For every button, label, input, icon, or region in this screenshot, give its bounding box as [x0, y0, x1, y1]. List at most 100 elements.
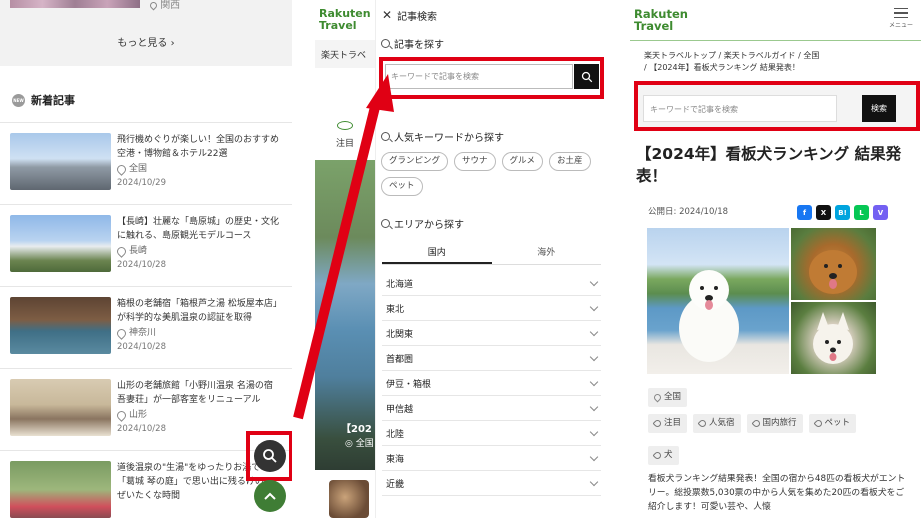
dog-illustration: [813, 312, 853, 364]
region-item[interactable]: 伊豆・箱根: [382, 371, 601, 396]
article-thumbnail[interactable]: [10, 133, 111, 190]
article-body-text: 看板犬ランキング結果発表！全国の宿から48匹の看板犬がエントリー。総投票数5,0…: [648, 474, 906, 512]
article-search-button[interactable]: 検索: [862, 95, 896, 122]
article-title[interactable]: 道後温泉の"生湯"をゆったりお湯で「葛城 琴の庭」で思い出に残るけのぜいたくな時…: [117, 461, 267, 503]
scroll-top-button[interactable]: [254, 480, 286, 512]
breadcrumb-item[interactable]: 楽天トラベルトップ: [644, 51, 716, 60]
chevron-down-icon: [589, 402, 599, 411]
tag-icon: [751, 418, 761, 429]
article-location-text: 長崎: [129, 246, 148, 256]
region-label: 首都圏: [386, 354, 414, 365]
article-item[interactable]: 【長崎】壮麗な「島原城」の歴史・文化に触れる、島原観光モデルコース 長崎 202…: [0, 204, 292, 286]
keyword-section-label: 記事を探す: [394, 40, 444, 51]
viber-icon[interactable]: V: [873, 205, 888, 220]
new-badge-icon: NEW: [12, 93, 25, 107]
x-icon[interactable]: X: [816, 205, 831, 220]
menu-button[interactable]: メニュー: [889, 8, 913, 29]
tag-item[interactable]: 注目: [648, 414, 688, 433]
logo-line2: Travel: [319, 19, 357, 32]
hero-photo-main: [647, 228, 789, 374]
article-thumbnail[interactable]: [10, 461, 111, 518]
region-item[interactable]: 北海道: [382, 271, 601, 296]
region-label: 甲信越: [386, 404, 414, 415]
article-page: Rakuten Travel メニュー 楽天トラベルトップ / 楽天トラベルガイド…: [630, 0, 921, 518]
region-item[interactable]: 東北: [382, 296, 601, 321]
article-thumbnail[interactable]: [10, 379, 111, 436]
article-title[interactable]: 箱根の老舗宿「箱根芦之湯 松坂屋本店」が科学的な美肌温泉の認証を取得: [117, 297, 282, 325]
chevron-down-icon: [589, 302, 599, 311]
dog-illustration: [679, 270, 739, 362]
tag-row: 注目 人気宿 国内旅行 ペット: [648, 414, 857, 433]
tag-item[interactable]: 犬: [648, 446, 679, 465]
search-icon: [381, 39, 390, 48]
keyword-chip[interactable]: グランピング: [381, 152, 449, 171]
hero-photo-top-right: [791, 228, 876, 300]
region-label: 北陸: [386, 429, 405, 440]
tab-overseas[interactable]: 海外: [492, 237, 602, 264]
keyword-chip[interactable]: お土産: [549, 152, 591, 171]
rakuten-logo[interactable]: Rakuten Travel: [634, 8, 688, 32]
article-location-text: 神奈川: [129, 328, 157, 338]
article-search-input[interactable]: キーワードで記事を検索: [643, 95, 837, 122]
location-tag[interactable]: 全国: [648, 388, 688, 407]
tag-icon: [813, 418, 823, 429]
top-location-text: 関西: [160, 0, 181, 11]
hero-photo-bottom-right: [791, 302, 876, 374]
article-title[interactable]: 飛行機めぐりが楽しい！全国のおすすめ空港・博物館＆ホテル22選: [117, 133, 282, 161]
tag-item[interactable]: 人気宿: [693, 414, 741, 433]
article-item[interactable]: 飛行機めぐりが楽しい！全国のおすすめ空港・博物館＆ホテル22選 全国 2024/…: [0, 122, 292, 204]
region-item[interactable]: 近畿: [382, 471, 601, 496]
location-tag-row: 全国: [648, 388, 688, 407]
region-label: 伊豆・箱根: [386, 379, 432, 390]
tag-label: 注目: [664, 418, 682, 428]
region-item[interactable]: 首都圏: [382, 346, 601, 371]
article-body: 【長崎】壮麗な「島原城」の歴史・文化に触れる、島原観光モデルコース 長崎 202…: [115, 215, 282, 286]
tab-domestic[interactable]: 国内: [382, 237, 492, 264]
breadcrumb-current: 【2024年】看板犬ランキング 結果発表！: [649, 63, 800, 72]
chevron-down-icon: [589, 477, 599, 486]
region-item[interactable]: 北関東: [382, 321, 601, 346]
pin-icon: [148, 0, 159, 10]
article-title[interactable]: 山形の老舗旅館「小野川温泉 名湯の宿 吾妻荘」が一部客室をリニューアル: [117, 379, 273, 407]
article-thumbnail[interactable]: [10, 215, 111, 272]
article-body: 飛行機めぐりが楽しい！全国のおすすめ空港・博物館＆ホテル22選 全国 2024/…: [115, 133, 282, 204]
more-link[interactable]: もっと見る ›: [0, 34, 292, 49]
keyword-chip[interactable]: グルメ: [501, 152, 544, 171]
hatena-icon[interactable]: B!: [835, 205, 850, 220]
article-title: 【2024年】看板犬ランキング 結果発表！: [636, 145, 902, 185]
article-location-text: 山形: [129, 410, 148, 420]
article-title[interactable]: 【長崎】壮麗な「島原城」の歴史・文化に触れる、島原観光モデルコース: [117, 215, 282, 243]
tag-item[interactable]: 国内旅行: [746, 414, 803, 433]
pin-icon: [115, 408, 128, 422]
nav-item[interactable]: 注目: [315, 105, 375, 160]
article-item[interactable]: 箱根の老舗宿「箱根芦之湯 松坂屋本店」が科学的な美肌温泉の認証を取得 神奈川 2…: [0, 286, 292, 368]
region-label: 東海: [386, 454, 405, 465]
facebook-icon[interactable]: f: [797, 205, 812, 220]
rakuten-logo: Rakuten Travel: [319, 8, 371, 32]
region-list: 北海道 東北 北関東 首都圏 伊豆・箱根 甲信越 北陸 東海 近畿: [382, 271, 601, 496]
region-item[interactable]: 甲信越: [382, 396, 601, 421]
breadcrumb-item[interactable]: 楽天トラベルガイド: [724, 51, 796, 60]
popular-section-label: 人気キーワードから探す: [394, 133, 504, 144]
article-search-bar: キーワードで記事を検索 検索: [634, 81, 920, 131]
background-page: Rakuten Travel 楽天トラベ 注目 【202 ◎ 全国: [315, 0, 375, 518]
tag-icon: [652, 418, 663, 429]
photo-caption: 【202: [341, 424, 372, 435]
region-item[interactable]: 北陸: [382, 421, 601, 446]
pin-icon: [115, 244, 128, 258]
search-icon: [381, 132, 390, 141]
composite-screenshot: 関西 もっと見る › NEW 新着記事 飛行機めぐりが楽しい！全国のおすすめ空港…: [0, 0, 921, 518]
region-item[interactable]: 東海: [382, 446, 601, 471]
breadcrumb-item[interactable]: 全国: [803, 51, 819, 60]
keyword-chip[interactable]: ペット: [381, 177, 423, 196]
article-thumbnail[interactable]: [10, 297, 111, 354]
keyword-chip[interactable]: サウナ: [454, 152, 496, 171]
article-location-text: 全国: [129, 164, 148, 174]
article-date: 2024/10/28: [117, 342, 166, 352]
tag-item[interactable]: ペット: [808, 414, 857, 433]
menu-label: メニュー: [888, 22, 913, 29]
article-date: 2024/10/29: [117, 178, 166, 188]
region-label: 北海道: [386, 279, 414, 290]
line-icon[interactable]: L: [854, 205, 869, 220]
close-icon[interactable]: ✕: [382, 9, 392, 21]
